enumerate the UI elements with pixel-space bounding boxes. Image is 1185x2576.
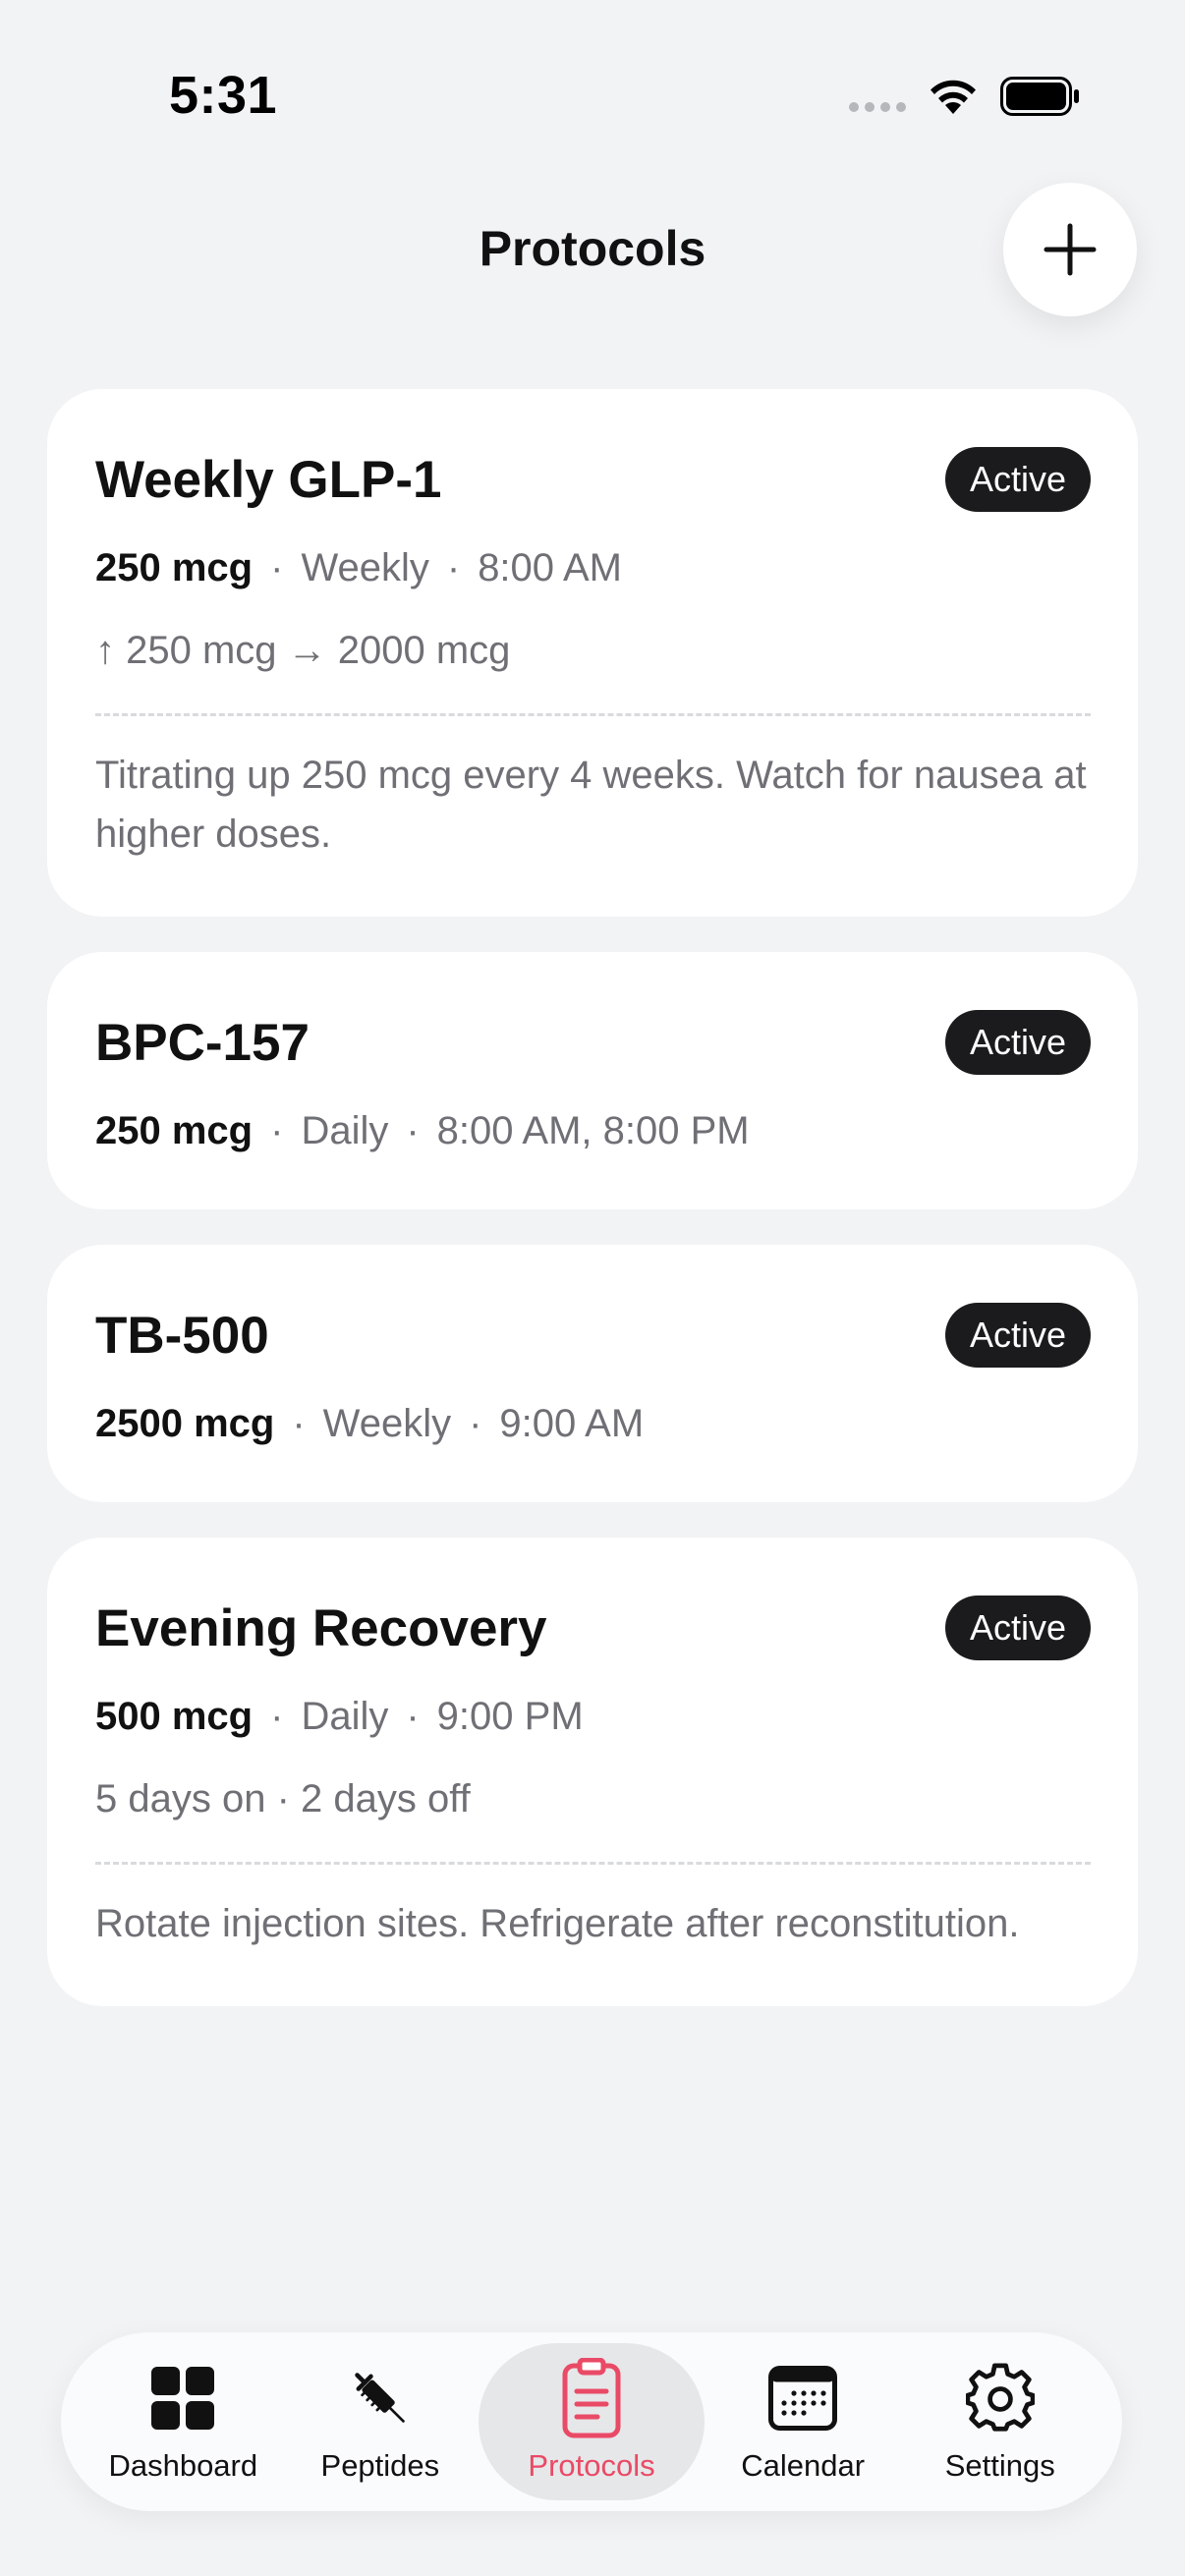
status-bar: 5:31 xyxy=(0,0,1185,196)
protocol-name: Evening Recovery xyxy=(95,1598,547,1657)
divider xyxy=(95,1862,1091,1865)
tab-settings[interactable]: Settings xyxy=(901,2343,1099,2500)
tab-label: Peptides xyxy=(320,2448,440,2483)
protocol-name: BPC-157 xyxy=(95,1013,310,1072)
protocol-schedule: 250 mcg · Daily · 8:00 AM, 8:00 PM xyxy=(95,1109,750,1152)
grid-icon xyxy=(151,2367,215,2430)
tab-peptides[interactable]: Peptides xyxy=(282,2343,480,2500)
protocol-times: 8:00 AM, 8:00 PM xyxy=(436,1109,750,1152)
tab-bar: Dashboard Peptides Protocols Calendar Se… xyxy=(61,2332,1122,2511)
status-badge: Active xyxy=(944,1596,1091,1660)
protocol-frequency: Weekly xyxy=(322,1402,452,1445)
tab-label: Dashboard xyxy=(108,2448,258,2483)
plus-icon xyxy=(1044,223,1097,276)
clipboard-icon xyxy=(562,2358,621,2438)
cellular-signal-icon xyxy=(849,102,906,112)
tab-calendar[interactable]: Calendar xyxy=(705,2343,902,2500)
protocol-schedule: 250 mcg · Weekly · 8:00 AM xyxy=(95,546,622,589)
protocol-frequency: Daily xyxy=(301,1695,389,1738)
tab-label: Calendar xyxy=(741,2448,866,2483)
protocol-name: Weekly GLP-1 xyxy=(95,450,442,509)
gear-icon xyxy=(965,2363,1035,2432)
protocol-name: TB-500 xyxy=(95,1306,269,1365)
protocol-card[interactable]: Weekly GLP-1 Active 250 mcg · Weekly · 8:00 … xyxy=(47,389,1138,917)
status-time: 5:31 xyxy=(169,66,278,125)
protocol-times: 9:00 AM xyxy=(499,1402,645,1445)
titration-info: ↑ 250 mcg → 2000 mcg xyxy=(95,629,511,672)
protocol-dose: 500 mcg xyxy=(95,1695,254,1738)
protocol-frequency: Daily xyxy=(301,1109,389,1152)
tab-label: Protocols xyxy=(528,2448,655,2483)
protocol-times: 9:00 PM xyxy=(436,1695,584,1738)
protocol-note: Titrating up 250 mcg every 4 weeks. Watc… xyxy=(95,754,1087,856)
battery-icon xyxy=(1000,77,1079,116)
tab-label: Settings xyxy=(944,2448,1055,2483)
wifi-icon xyxy=(931,80,976,114)
protocol-card[interactable]: TB-500 Active 2500 mcg · Weekly · 9:00 AM xyxy=(47,1245,1138,1502)
tab-protocols[interactable]: Protocols xyxy=(479,2343,705,2500)
status-badge: Active xyxy=(944,447,1091,512)
syringe-icon xyxy=(355,2373,405,2423)
protocol-dose: 250 mcg xyxy=(95,546,254,589)
cycle-info: 5 days on · 2 days off xyxy=(95,1777,471,1820)
protocol-times: 8:00 AM xyxy=(478,546,622,589)
calendar-icon xyxy=(768,2366,838,2431)
protocol-note: Rotate injection sites. Refrigerate afte… xyxy=(95,1902,1020,1945)
protocol-card[interactable]: BPC-157 Active 250 mcg · Daily · 8:00 AM, 8:… xyxy=(47,952,1138,1209)
status-badge: Active xyxy=(944,1010,1091,1075)
protocol-frequency: Weekly xyxy=(301,546,429,589)
protocol-schedule: 500 mcg · Daily · 9:00 PM xyxy=(95,1695,584,1738)
protocol-dose: 250 mcg xyxy=(95,1109,254,1152)
protocol-schedule: 2500 mcg · Weekly · 9:00 AM xyxy=(95,1402,645,1445)
status-badge: Active xyxy=(944,1303,1091,1368)
protocol-card[interactable]: Evening Recovery Active 500 mcg · Daily · 9:… xyxy=(47,1538,1138,2006)
divider xyxy=(95,713,1091,716)
add-protocol-button[interactable] xyxy=(1003,183,1137,316)
protocol-list: Weekly GLP-1 Active 250 mcg · Weekly · 8:00 … xyxy=(47,389,1138,2042)
tab-dashboard[interactable]: Dashboard xyxy=(85,2343,282,2500)
protocol-dose: 2500 mcg xyxy=(95,1402,275,1445)
